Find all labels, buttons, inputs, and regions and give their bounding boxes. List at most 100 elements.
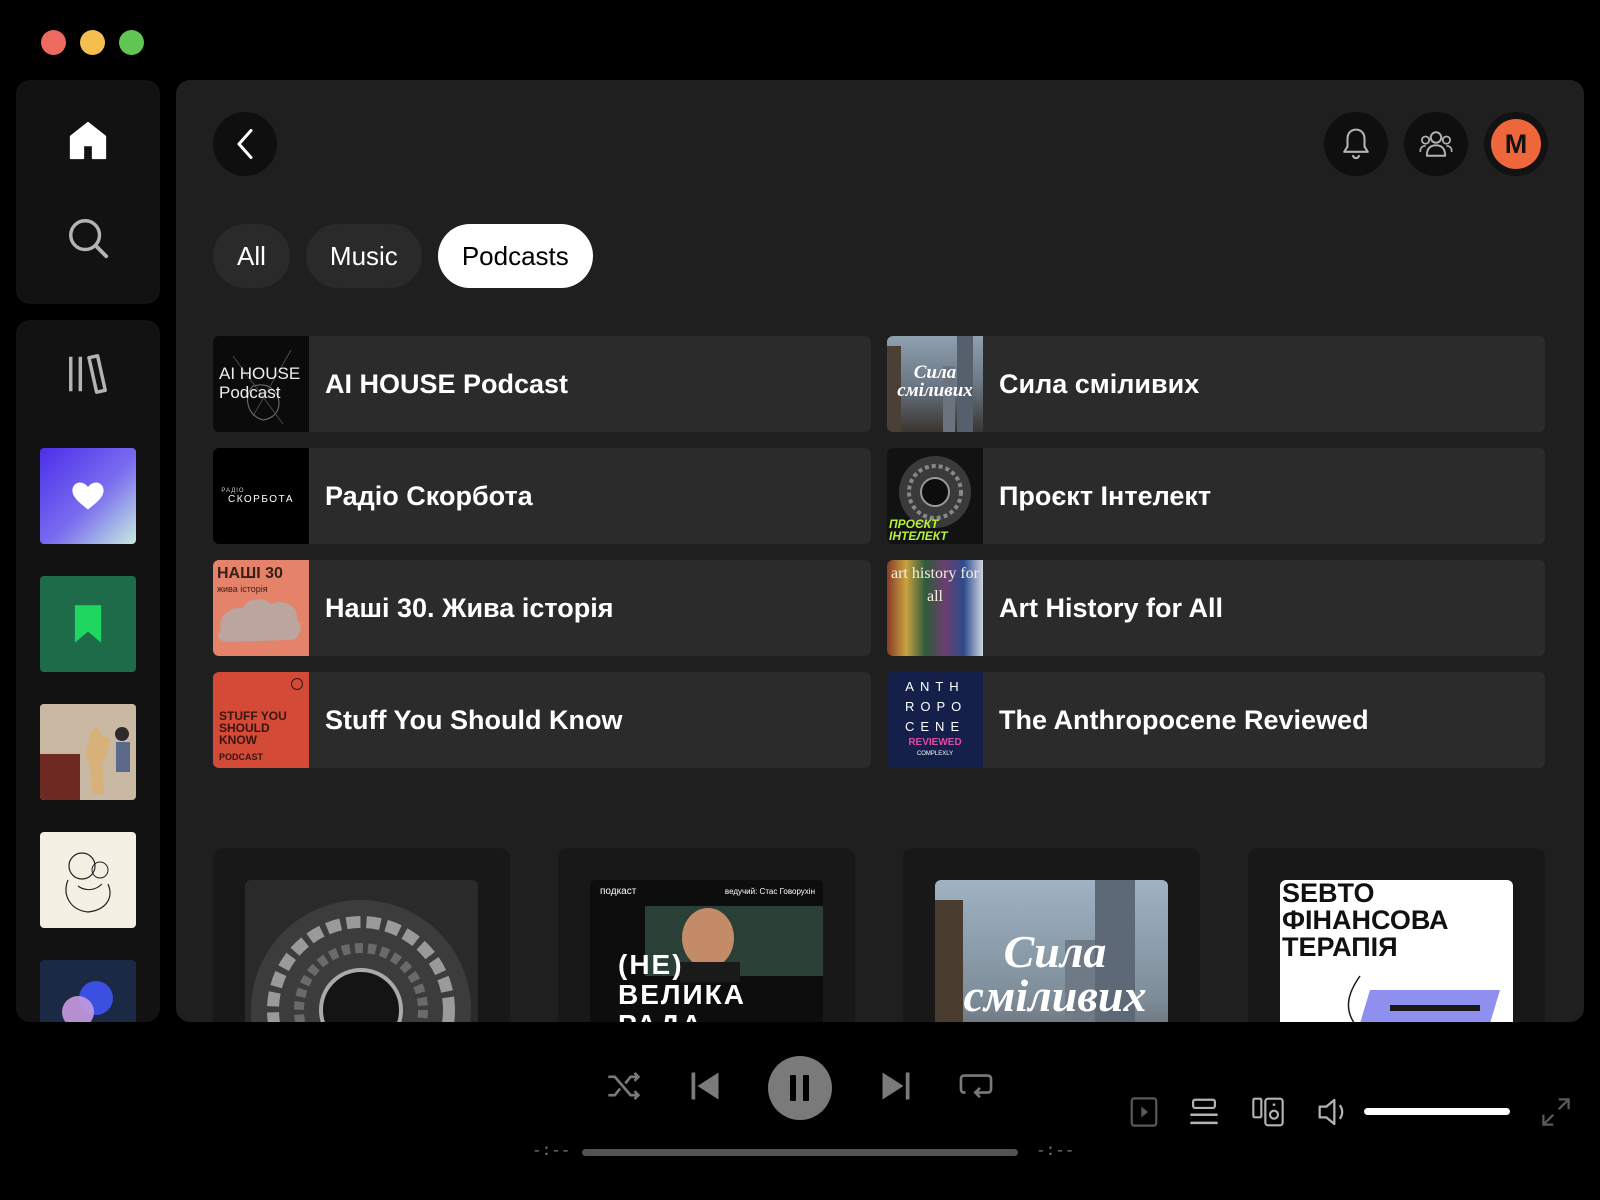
cover-text: art history for all [891, 565, 979, 605]
bookmark-icon [74, 605, 102, 643]
podcast-card[interactable] [213, 848, 510, 1022]
cover-subtext: жива історія [217, 584, 268, 594]
filter-chips: All Music Podcasts [213, 224, 593, 288]
queue-button[interactable] [1188, 1096, 1220, 1128]
avatar: M [1491, 119, 1541, 169]
pause-icon [790, 1075, 809, 1101]
home-button[interactable] [60, 112, 116, 168]
mandala-icon [251, 900, 471, 1022]
minimize-window-button[interactable] [80, 30, 105, 55]
notifications-button[interactable] [1324, 112, 1388, 176]
shortcut-item[interactable]: Сила сміливих Сила сміливих [887, 336, 1545, 432]
mute-button[interactable] [1316, 1096, 1350, 1128]
shortcut-cover: РАДІО СКОРБОТА [213, 448, 309, 544]
podcast-card[interactable]: SEBTO ФІНАНСОВА ТЕРАПІЯ [1248, 848, 1545, 1022]
playback-progress-bar[interactable] [582, 1149, 1018, 1156]
chip-all[interactable]: All [213, 224, 290, 288]
shuffle-button[interactable] [604, 1066, 644, 1106]
shortcut-title: Проєкт Інтелект [999, 480, 1212, 511]
close-window-button[interactable] [41, 30, 66, 55]
now-playing-view-button[interactable] [1128, 1096, 1160, 1128]
cover-text: Сила сміливих [897, 362, 973, 401]
queue-icon [1190, 1098, 1218, 1125]
cover-text: ПРОЄКТ ІНТЕЛЕКТ [889, 517, 948, 543]
shortcut-title: Art History for All [999, 592, 1224, 623]
abstract-circles-image [62, 981, 113, 1022]
card-cover: SEBTO ФІНАНСОВА ТЕРАПІЯ [1280, 880, 1513, 1022]
shuffle-icon [608, 1071, 641, 1101]
chip-podcasts[interactable]: Podcasts [437, 224, 593, 288]
chip-music[interactable]: Music [305, 224, 422, 288]
play-pause-button[interactable] [768, 1056, 832, 1120]
library-item-illustrated-podcast[interactable] [40, 832, 136, 928]
library-item-dog-podcast[interactable] [40, 704, 136, 800]
podcast-card[interactable]: подкаст ведучий: Стас Говорухін (НЕ) ВЕЛ… [558, 848, 855, 1022]
card-top-left-text: подкаст [600, 886, 637, 897]
library-item-abstract-podcast[interactable] [40, 960, 136, 1022]
card-cover [245, 880, 478, 1022]
search-icon [69, 219, 109, 259]
shortcut-item[interactable]: РАДІО СКОРБОТА Радіо Скорбота [213, 448, 871, 544]
dog-photo-image [40, 704, 136, 800]
podcast-cards: подкаст ведучий: Стас Говорухін (НЕ) ВЕЛ… [213, 848, 1545, 1022]
cover-text: НАШІ 30 [217, 565, 283, 582]
shortcut-cover: STUFF YOU SHOULD KNOW PODCAST [213, 672, 309, 768]
back-button[interactable] [213, 112, 277, 176]
skip-previous-icon [691, 1072, 719, 1100]
volume-slider[interactable] [1364, 1108, 1510, 1115]
card-cover: Сила сміливих [935, 880, 1168, 1022]
repeat-button[interactable] [956, 1066, 996, 1106]
primary-nav [16, 80, 160, 304]
expand-icon [1542, 1098, 1570, 1126]
remaining-time: -:-- [1036, 1142, 1075, 1160]
skip-next-icon [882, 1072, 910, 1100]
cover-subtext: REVIEWED [908, 737, 962, 748]
next-button[interactable] [876, 1066, 916, 1106]
profile-button[interactable]: M [1484, 112, 1548, 176]
friend-activity-button[interactable] [1404, 112, 1468, 176]
podcast-card[interactable]: Сила сміливих [903, 848, 1200, 1022]
shortcut-item[interactable]: НАШІ 30 жива історія Наші 30. Жива істор… [213, 560, 871, 656]
cover-text: ANTH ROPO CENE [905, 679, 968, 734]
card-cover-text: Сила сміливих [963, 926, 1147, 1021]
shortcut-title: Радіо Скорбота [325, 480, 533, 511]
cover-brand: COMPLEXLY [916, 751, 954, 757]
zoom-window-button[interactable] [119, 30, 144, 55]
fullscreen-button[interactable] [1540, 1096, 1572, 1128]
shortcut-cover: ANTH ROPO CENE REVIEWED COMPLEXLY [887, 672, 983, 768]
shortcut-title: Сила сміливих [999, 368, 1200, 399]
card-cover: подкаст ведучий: Стас Говорухін (НЕ) ВЕЛ… [590, 880, 823, 1022]
sketch-illustration-image [65, 852, 111, 913]
shortcut-item[interactable]: AI HOUSE Podcast AI HOUSE Podcast [213, 336, 871, 432]
shortcut-cover: art history for all [887, 560, 983, 656]
elapsed-time: -:-- [532, 1142, 571, 1160]
repeat-icon [959, 1074, 993, 1099]
shortcut-item[interactable]: ПРОЄКТ ІНТЕЛЕКТ Проєкт Інтелект [887, 448, 1545, 544]
library-icon [69, 354, 107, 394]
your-library-button[interactable] [60, 346, 116, 402]
connect-device-button[interactable] [1252, 1096, 1284, 1128]
previous-button[interactable] [685, 1066, 725, 1106]
shortcut-item[interactable]: art history for all Art History for All [887, 560, 1545, 656]
liked-songs-tile[interactable] [40, 448, 136, 544]
card-cover-text: (НЕ) ВЕЛИКА РАДА [618, 949, 746, 1023]
cover-text: СКОРБОТА [227, 493, 295, 505]
shortcut-item[interactable]: ANTH ROPO CENE REVIEWED COMPLEXLY The An… [887, 672, 1545, 768]
shortcut-cover: AI HOUSE Podcast [213, 336, 309, 432]
saved-episodes-tile[interactable] [40, 576, 136, 672]
shortcut-item[interactable]: STUFF YOU SHOULD KNOW PODCAST Stuff You … [213, 672, 871, 768]
shortcut-title: AI HOUSE Podcast [325, 368, 569, 399]
card-top-right-text: ведучий: Стас Говорухін [724, 887, 815, 896]
bell-icon [1343, 128, 1369, 160]
chevron-left-icon [237, 129, 253, 159]
heart-icon [72, 482, 104, 510]
volume-icon [1318, 1098, 1344, 1126]
shortcut-title: Stuff You Should Know [325, 704, 623, 735]
search-button[interactable] [60, 210, 116, 266]
shortcut-cover: Сила сміливих [887, 336, 983, 432]
cover-text: STUFF YOU SHOULD KNOW [219, 709, 287, 747]
window-controls [41, 30, 144, 55]
shortcut-cover: НАШІ 30 жива історія [213, 560, 309, 656]
shortcut-title: Наші 30. Жива історія [325, 592, 614, 623]
shortcut-title: The Anthropocene Reviewed [999, 704, 1369, 735]
